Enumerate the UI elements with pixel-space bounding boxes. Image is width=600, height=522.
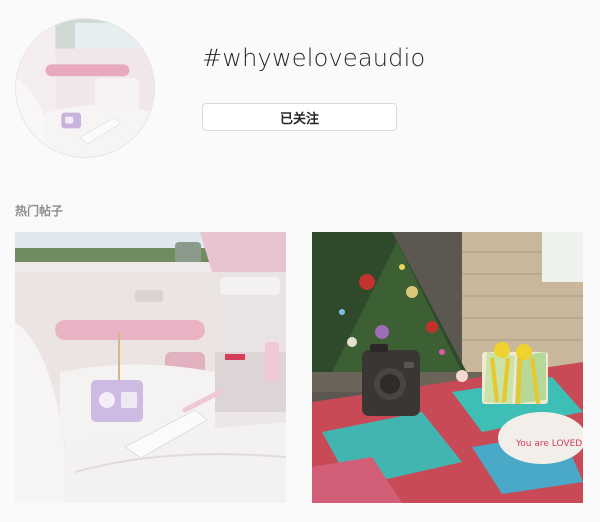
post-thumbnail[interactable]: You are LOVED <box>312 232 583 503</box>
post-thumbnail[interactable] <box>15 232 286 503</box>
post-image-car-interior <box>15 232 286 503</box>
hashtag-title: #whyweloveaudio <box>202 44 426 72</box>
stone-text: You are LOVED <box>515 439 582 449</box>
top-posts-heading: 热门帖子 <box>15 204 64 218</box>
hashtag-avatar <box>15 18 155 158</box>
post-image-christmas-speaker: You are LOVED <box>312 232 583 503</box>
follow-button[interactable]: 已关注 <box>202 103 397 131</box>
avatar-image <box>16 19 154 157</box>
